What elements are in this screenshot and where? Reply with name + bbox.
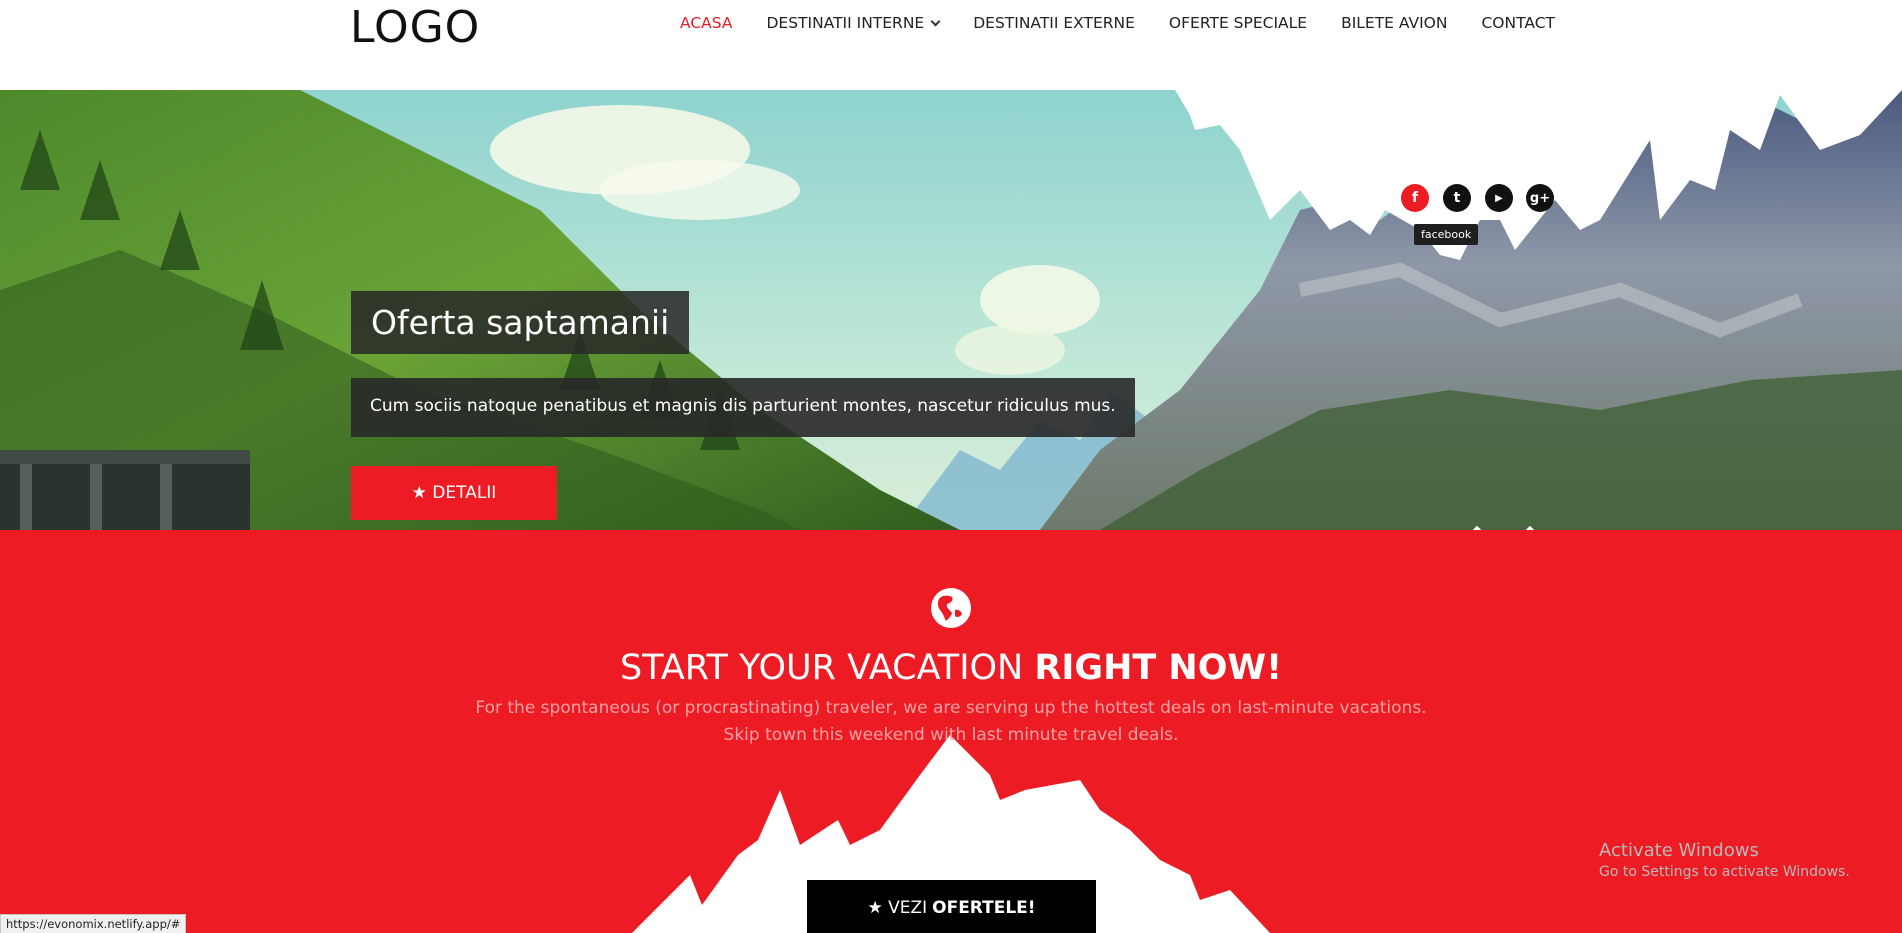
details-button[interactable]: ★ DETALII (351, 466, 557, 520)
main-nav: ACASA DESTINATII INTERNE DESTINATII EXTE… (646, 14, 1555, 32)
logo[interactable]: LOGO (350, 2, 480, 53)
view-offers-button[interactable]: ★ VEZI OFERTELE! (807, 880, 1096, 933)
activate-title: Activate Windows (1599, 840, 1759, 861)
offers-button-bold: OFERTELE! (932, 898, 1036, 918)
promo-desc-line-2: Skip town this weekend with last minute … (723, 725, 1179, 745)
promo-title-regular: START YOUR VACATION (619, 648, 1035, 688)
hero-description: Cum sociis natoque penatibus et magnis d… (351, 378, 1135, 437)
chevron-down-icon (930, 16, 941, 26)
browser-status-url: https://evonomix.netlify.app/# (0, 914, 187, 933)
nav-item-oferte-speciale[interactable]: OFERTE SPECIALE (1169, 14, 1307, 32)
facebook-icon[interactable]: f (1401, 184, 1429, 212)
googleplus-icon[interactable]: g+ (1526, 184, 1554, 212)
globe-icon (931, 588, 971, 628)
nav-label: ACASA (679, 14, 733, 32)
site-header: LOGO ACASA DESTINATII INTERNE DESTINATII… (0, 0, 1902, 90)
promo-description: For the spontaneous (or procrastinating)… (0, 695, 1902, 749)
nav-label: DESTINATII EXTERNE (973, 14, 1135, 32)
offers-button-prefix: ★ VEZI (867, 898, 928, 918)
nav-item-acasa[interactable]: ACASA (680, 14, 733, 32)
activate-windows-watermark: Activate Windows Go to Settings to activ… (1599, 840, 1850, 880)
promo-title-bold: RIGHT NOW! (1034, 648, 1283, 688)
hero-landscape-image (0, 90, 1902, 530)
promo-desc-line-1: For the spontaneous (or procrastinating)… (475, 698, 1427, 718)
nav-item-contact[interactable]: CONTACT (1481, 14, 1555, 32)
page: LOGO ACASA DESTINATII INTERNE DESTINATII… (0, 0, 1902, 933)
hero-title: Oferta saptamanii (351, 291, 690, 354)
nav-label: BILETE AVION (1341, 14, 1448, 32)
youtube-icon[interactable]: ▶ (1485, 184, 1513, 212)
promo-title: START YOUR VACATION RIGHT NOW! (0, 648, 1902, 688)
activate-subtitle: Go to Settings to activate Windows. (1599, 864, 1850, 880)
nav-item-destinatii-externe[interactable]: DESTINATII EXTERNE (973, 14, 1135, 32)
twitter-icon[interactable]: t (1443, 184, 1471, 212)
nav-item-destinatii-interne[interactable]: DESTINATII INTERNE (766, 14, 941, 32)
social-tooltip: facebook (1414, 224, 1479, 245)
nav-label: OFERTE SPECIALE (1168, 14, 1308, 32)
nav-item-bilete-avion[interactable]: BILETE AVION (1341, 14, 1447, 32)
nav-label: CONTACT (1481, 14, 1555, 32)
nav-label: DESTINATII INTERNE (766, 14, 925, 32)
hero-slider: f t ▶ g+ facebook Oferta saptamanii Cum … (0, 90, 1902, 530)
